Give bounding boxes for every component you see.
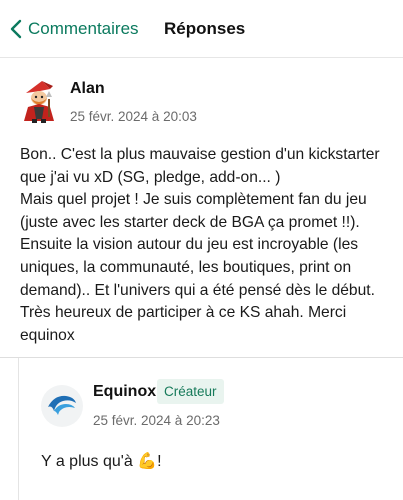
chevron-left-icon	[10, 19, 22, 39]
avatar[interactable]	[41, 385, 83, 427]
creator-badge: Créateur	[157, 379, 224, 404]
comment-line: (juste avec les starter deck de BGA ça p…	[20, 213, 360, 231]
wave-logo-icon	[46, 391, 78, 422]
comment-line: equinox	[20, 326, 75, 344]
comment-body: Bon.. C'est la plus mauvaise gestion d'u…	[20, 144, 395, 347]
comment-line: Très heureux de participer à ce KS ahah.…	[20, 304, 347, 322]
comment-line: uniques, la communauté, les boutiques, p…	[20, 258, 352, 276]
page-title: Réponses	[164, 19, 246, 38]
back-label: Commentaires	[28, 19, 139, 38]
reply-body: Y a plus qu'à 💪!	[41, 453, 162, 470]
divider	[0, 357, 403, 358]
avatar[interactable]	[20, 79, 58, 123]
comment-line: Ensuite la vision autour du jeu est incr…	[20, 236, 359, 254]
comment-line: que j'ai vu xD (SG, pledge, add-on... )	[20, 168, 281, 186]
comment-line: Mais quel projet ! Je suis complètement …	[20, 191, 367, 209]
replies-screen: Commentaires Réponses Alan 25 févr. 2024…	[0, 0, 403, 500]
comment-line: demand).. Et l'univers qui a été pensé d…	[20, 281, 375, 299]
reply-author[interactable]: Equinox	[93, 383, 156, 401]
comment-timestamp: 25 févr. 2024 à 20:03	[70, 109, 197, 124]
back-to-comments-button[interactable]: Commentaires	[10, 14, 139, 44]
reply-thread-line	[18, 358, 19, 500]
comment-line: Bon.. C'est la plus mauvaise gestion d'u…	[20, 146, 380, 163]
nav-header: Commentaires Réponses	[0, 0, 403, 58]
reply-timestamp: 25 févr. 2024 à 20:23	[93, 413, 220, 428]
comment-author[interactable]: Alan	[70, 80, 105, 98]
